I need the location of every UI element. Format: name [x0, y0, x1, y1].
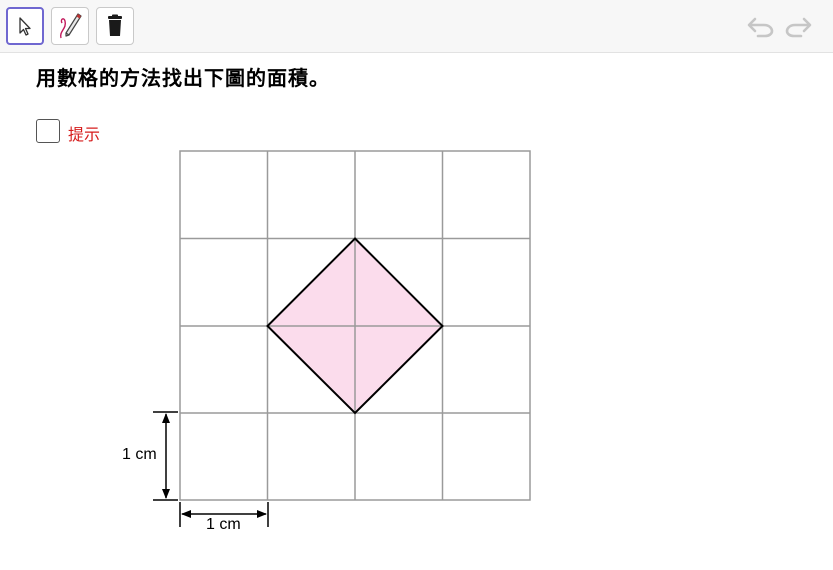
vertical-dimension-label: 1 cm — [122, 446, 157, 463]
horizontal-dimension-label: 1 cm — [206, 516, 241, 533]
grid-figure — [153, 150, 531, 527]
vertical-dimension — [153, 411, 178, 501]
